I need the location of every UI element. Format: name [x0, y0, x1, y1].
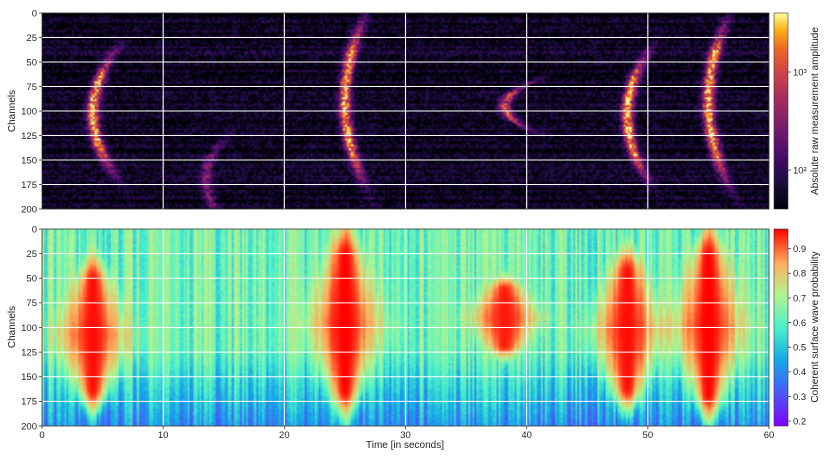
- amplitude-colorbar-label: Absolute raw measurement amplitude: [810, 27, 821, 195]
- probability-colorbar: [773, 228, 789, 427]
- x-tick-label: 10: [158, 430, 169, 441]
- amplitude-colorbar-ticks: 10² 10³: [788, 67, 807, 176]
- y-tick-label: 125: [21, 131, 37, 142]
- y-tick-label: 25: [26, 249, 37, 260]
- x-axis-label: Time [in seconds]: [366, 440, 444, 451]
- amplitude-panel: 0 25 50 75 100 125 150 175 200 Channels 10² 10³ A…: [7, 8, 821, 215]
- x-tick-label: 40: [521, 430, 532, 441]
- y-tick-label: 75: [26, 82, 37, 93]
- x-tick-label: 0: [39, 430, 44, 441]
- colorbar-tick-label: 0.4: [793, 367, 806, 378]
- x-tick-label: 60: [764, 430, 775, 441]
- colorbar-tick-label: 0.6: [793, 318, 806, 329]
- colorbar-tick-label: 0.2: [793, 416, 806, 427]
- y-tick-label: 50: [26, 274, 37, 285]
- y-tick-label: 175: [21, 397, 37, 408]
- colorbar-tick-label: 10²: [793, 165, 807, 176]
- probability-y-axis-label: Channels: [7, 306, 18, 348]
- x-tick-label: 50: [643, 430, 654, 441]
- y-tick-label: 125: [21, 347, 37, 358]
- probability-x-ticks: 0 10 20 30 40 50 60: [39, 426, 774, 441]
- y-tick-label: 100: [21, 106, 37, 117]
- y-tick-label: 0: [32, 8, 37, 19]
- y-tick-label: 0: [32, 224, 37, 235]
- probability-colorbar-label: Coherent surface wave probability: [810, 251, 821, 402]
- figure: 0255075100125150175200 Channels 10²10³ A…: [7, 8, 821, 451]
- colorbar-tick-label: 0.7: [793, 293, 806, 304]
- y-tick-label: 100: [21, 323, 37, 334]
- y-tick-label: 25: [26, 33, 37, 44]
- colorbar-tick-label: 0.8: [793, 269, 806, 280]
- colorbar-tick-label: 0.3: [793, 392, 806, 403]
- y-tick-label: 75: [26, 298, 37, 309]
- amplitude-colorbar: [773, 12, 789, 210]
- y-tick-label: 175: [21, 180, 37, 191]
- y-tick-label: 200: [21, 204, 37, 215]
- y-tick-label: 200: [21, 421, 37, 432]
- colorbar-tick-label: 10³: [793, 67, 807, 78]
- y-tick-label: 150: [21, 372, 37, 383]
- colorbar-tick-label: 0.5: [793, 343, 806, 354]
- probability-panel: 0255075100125150175200 0 10 20 30 40 50 60 Cha…: [7, 224, 821, 451]
- x-tick-label: 20: [279, 430, 290, 441]
- colorbar-tick-label: 0.9: [793, 244, 806, 255]
- amplitude-y-axis-label: Channels: [7, 90, 18, 132]
- y-tick-label: 50: [26, 57, 37, 68]
- y-tick-label: 150: [21, 155, 37, 166]
- probability-colorbar-ticks: 0.2 0.3 0.4 0.5 0.6 0.7 0.8 0.9: [788, 244, 806, 427]
- probability-y-ticks: 0 25 50 75 100 125 150 175 200: [21, 224, 42, 432]
- amplitude-y-ticks: 0 25 50 75 100 125 150 175 200: [21, 8, 42, 215]
